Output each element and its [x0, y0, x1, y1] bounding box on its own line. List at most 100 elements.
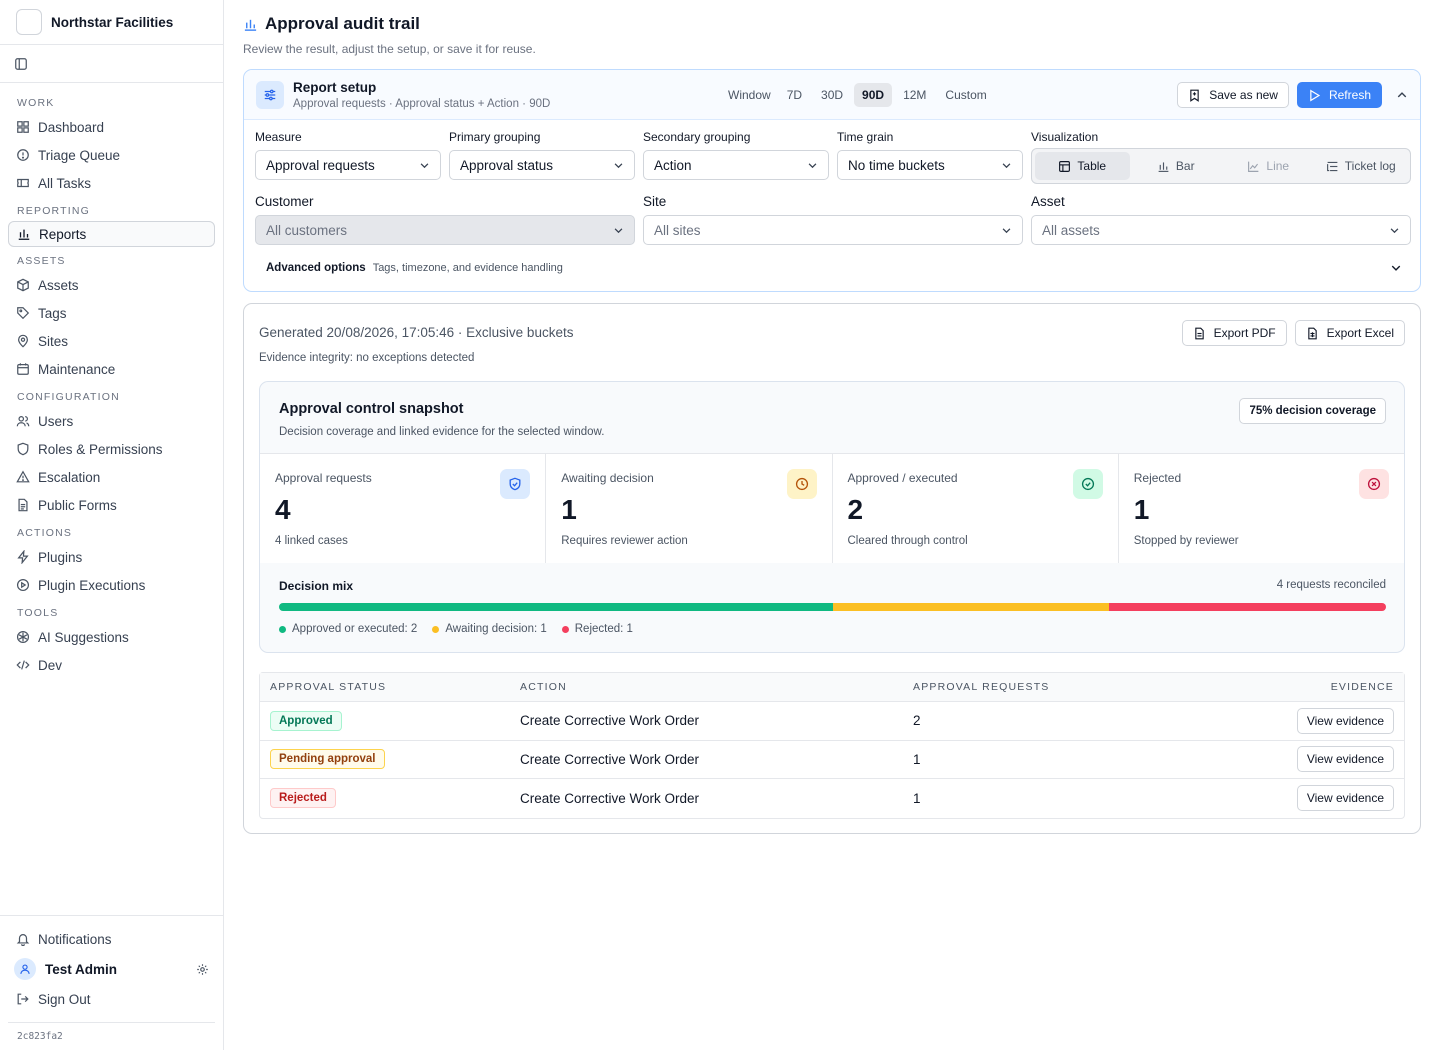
measure-select[interactable]: Approval requests	[255, 150, 441, 180]
view-evidence-button[interactable]: View evidence	[1296, 785, 1394, 812]
refresh-button[interactable]: Refresh	[1296, 82, 1382, 108]
customer-select[interactable]: All customers	[255, 215, 635, 245]
chevron-down-icon	[419, 160, 430, 171]
time-grain-label: Time grain	[837, 130, 894, 144]
generated-info: Generated 20/08/2026, 17:05:46 · Exclusi…	[259, 325, 574, 340]
column-header-status[interactable]: APPROVAL STATUS	[260, 681, 520, 693]
ticket-icon	[16, 176, 38, 190]
ai-icon	[16, 630, 38, 644]
asset-select[interactable]: All assets	[1031, 215, 1411, 245]
report-result-card: Generated 20/08/2026, 17:05:46 · Exclusi…	[243, 303, 1421, 834]
window-12m[interactable]: 12M	[895, 83, 934, 107]
spreadsheet-icon	[1306, 327, 1327, 340]
column-header-requests[interactable]: APPROVAL REQUESTS	[913, 681, 1284, 693]
viz-ticket-log-label: Ticket log	[1344, 159, 1396, 173]
site-select[interactable]: All sites	[643, 215, 1023, 245]
secondary-grouping-label: Secondary grouping	[643, 130, 751, 144]
user-row[interactable]: Test Admin	[0, 954, 223, 984]
customer-value: All customers	[266, 222, 348, 238]
sidebar-toggle-row	[0, 45, 223, 83]
table-row: Pending approval Create Corrective Work …	[260, 741, 1404, 779]
list-icon	[1326, 160, 1345, 173]
advanced-options-toggle[interactable]: Advanced options Tags, timezone, and evi…	[266, 258, 1402, 278]
primary-grouping-select[interactable]: Approval status	[449, 150, 635, 180]
sidebar-item-all-tasks[interactable]: All Tasks	[0, 169, 215, 197]
export-excel-label: Export Excel	[1326, 326, 1394, 340]
section-label-assets: ASSETS	[17, 255, 66, 267]
sidebar-item-plugins[interactable]: Plugins	[0, 543, 215, 571]
action-cell: Create Corrective Work Order	[520, 751, 700, 767]
status-badge: Rejected	[270, 788, 336, 809]
sidebar-item-maintenance[interactable]: Maintenance	[0, 355, 215, 383]
sidebar-item-assets[interactable]: Assets	[0, 271, 215, 299]
viz-bar-button[interactable]: Bar	[1130, 152, 1223, 180]
sidebar-item-sign-out[interactable]: Sign Out	[0, 984, 215, 1014]
sidebar-item-users[interactable]: Users	[0, 407, 215, 435]
legend-rejected: Rejected: 1	[561, 623, 633, 635]
status-badge: Pending approval	[270, 749, 385, 770]
approval-snapshot: Approval control snapshot Decision cover…	[259, 381, 1405, 653]
sidebar-item-dashboard[interactable]: Dashboard	[0, 113, 215, 141]
results-table: APPROVAL STATUS ACTION APPROVAL REQUESTS…	[259, 672, 1405, 819]
kpi-note: Requires reviewer action	[561, 535, 688, 547]
sidebar-item-label: Reports	[39, 226, 87, 242]
sidebar-item-ai-suggestions[interactable]: AI Suggestions	[0, 623, 215, 651]
window-90d[interactable]: 90D	[854, 83, 893, 107]
visualization-toggle: Table Bar Line Ticket log	[1031, 148, 1411, 184]
view-evidence-button[interactable]: View evidence	[1296, 707, 1394, 734]
export-excel-button[interactable]: Export Excel	[1294, 320, 1405, 346]
window-7d[interactable]: 7D	[779, 83, 810, 107]
sidebar-item-reports[interactable]: Reports	[8, 221, 215, 247]
export-pdf-button[interactable]: Export PDF	[1181, 320, 1287, 346]
sidebar-item-notifications[interactable]: Notifications	[0, 924, 215, 954]
sign-out-icon	[16, 992, 38, 1006]
sidebar-item-triage-queue[interactable]: Triage Queue	[0, 141, 215, 169]
sidebar-item-sites[interactable]: Sites	[0, 327, 215, 355]
snapshot-subtitle: Decision coverage and linked evidence fo…	[279, 426, 605, 438]
chevron-down-icon	[1001, 225, 1012, 236]
sidebar-toggle-icon[interactable]	[14, 57, 28, 71]
evidence-integrity: Evidence integrity: no exceptions detect…	[259, 352, 475, 364]
sidebar-item-public-forms[interactable]: Public Forms	[0, 491, 215, 519]
brand-name: Northstar Facilities	[51, 14, 174, 30]
sidebar-item-plugin-executions[interactable]: Plugin Executions	[0, 571, 215, 599]
legend-label: Approved or executed: 2	[292, 623, 418, 635]
viz-table-button[interactable]: Table	[1035, 152, 1130, 180]
box-icon	[16, 278, 38, 292]
viz-ticket-log-button[interactable]: Ticket log	[1315, 152, 1408, 180]
main-content: Approval audit trail Review the result, …	[243, 0, 1421, 834]
legend-approved: Approved or executed: 2	[279, 623, 417, 635]
brand[interactable]: Northstar Facilities	[0, 0, 223, 45]
decision-mix-label: Decision mix	[279, 579, 354, 593]
sidebar-item-dev[interactable]: Dev	[0, 651, 215, 679]
sidebar: Northstar Facilities WORK Dashboard Tria…	[0, 0, 224, 1050]
sidebar-item-escalation[interactable]: Escalation	[0, 463, 215, 491]
sidebar-item-label: Plugin Executions	[38, 577, 146, 593]
sidebar-item-roles-permissions[interactable]: Roles & Permissions	[0, 435, 215, 463]
calendar-icon	[16, 362, 38, 376]
chevron-up-icon[interactable]	[1396, 89, 1408, 101]
measure-field: Measure Approval requests	[255, 130, 441, 184]
sidebar-item-tags[interactable]: Tags	[0, 299, 215, 327]
customer-field: Customer All customers	[255, 194, 635, 245]
lightning-icon	[16, 550, 38, 564]
time-grain-select[interactable]: No time buckets	[837, 150, 1023, 180]
bell-icon	[16, 932, 38, 946]
status-cell: Approved	[260, 710, 520, 731]
status-badge: Approved	[270, 710, 342, 731]
settings-gear-icon[interactable]	[196, 963, 209, 976]
page-subtitle: Review the result, adjust the setup, or …	[243, 42, 536, 56]
decision-mix-segment-3	[1109, 603, 1386, 611]
setup-summary: Approval requests · Approval status + Ac…	[293, 97, 551, 110]
build-hash: 2c823fa2	[8, 1022, 215, 1050]
sidebar-item-label: Dashboard	[38, 119, 105, 135]
secondary-grouping-select[interactable]: Action	[643, 150, 829, 180]
save-as-new-button[interactable]: Save as new	[1177, 82, 1289, 108]
view-evidence-button[interactable]: View evidence	[1296, 746, 1394, 773]
window-custom[interactable]: Custom	[937, 83, 994, 107]
refresh-label: Refresh	[1328, 88, 1371, 102]
window-30d[interactable]: 30D	[813, 83, 851, 107]
decision-mix-segment-1	[279, 603, 833, 611]
viz-line-button[interactable]: Line	[1222, 152, 1315, 180]
column-header-action[interactable]: ACTION	[520, 681, 913, 693]
